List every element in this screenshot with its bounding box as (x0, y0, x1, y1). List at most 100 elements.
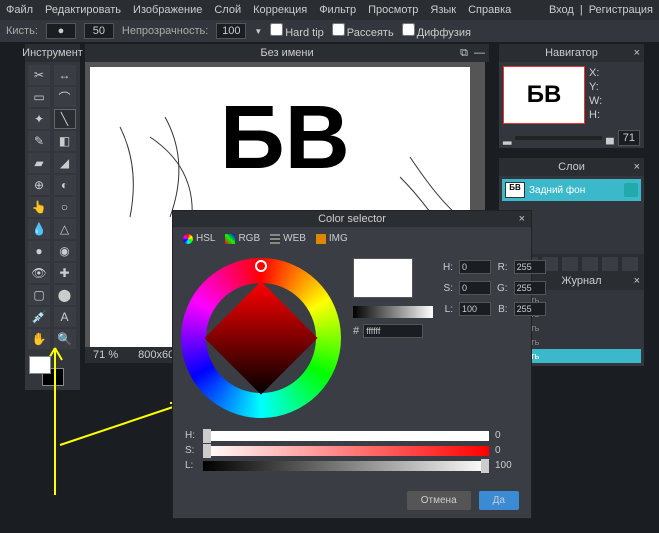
hex-input[interactable]: ffffff (363, 324, 423, 338)
popout-icon[interactable]: ⧉ (460, 47, 468, 60)
journal-title: Журнал (561, 275, 601, 287)
brush-size[interactable]: 50 (84, 23, 114, 39)
down-icon[interactable] (562, 257, 578, 271)
dropdown-icon[interactable]: ▼ (254, 27, 262, 36)
navigator-panel: Навигатор× БВ X: Y: W: H: ▂ ▄ 71 (499, 44, 644, 148)
move-tool[interactable]: ↔ (54, 65, 76, 85)
ok-button[interactable]: Да (479, 491, 519, 510)
options-bar: Кисть: ● 50 Непрозрачность: 100 ▼ Hard t… (0, 20, 659, 42)
tools-panel: Инструмент ✂ ↔ ▭ ⌒ ✦ ╲ ✎ ◧ ▰ ◢ ⊕ ◐ 👆 ○ 💧… (25, 44, 80, 390)
heal-tool[interactable]: ✚ (54, 263, 76, 283)
lasso-tool[interactable]: ⌒ (54, 87, 76, 107)
login-link[interactable]: Вход (549, 4, 574, 16)
opacity-label: Непрозрачность: (122, 25, 208, 37)
wand-tool[interactable]: ✦ (28, 109, 50, 129)
menu-layer[interactable]: Слой (214, 4, 241, 16)
hue-marker[interactable] (255, 260, 267, 272)
register-link[interactable]: Регистрация (589, 4, 653, 16)
nav-title: Навигатор (545, 47, 598, 59)
marquee-tool[interactable]: ▭ (28, 87, 50, 107)
nav-thumbnail[interactable]: БВ (503, 66, 585, 124)
sponge-tool[interactable]: ○ (54, 197, 76, 217)
l-input[interactable]: 100 (459, 302, 491, 316)
zoom-value: 71 (93, 349, 105, 361)
menu-lang[interactable]: Язык (430, 4, 456, 16)
close-icon[interactable]: × (519, 211, 525, 227)
menu-help[interactable]: Справка (468, 4, 511, 16)
dodge-tool[interactable]: ● (28, 241, 50, 261)
type-tool[interactable]: A (54, 307, 76, 327)
zoom-slider[interactable] (515, 136, 601, 140)
nav-zoom[interactable]: 71 (618, 130, 640, 146)
diffuse-check[interactable]: Диффузия (402, 23, 471, 39)
burn-tool[interactable]: ◉ (54, 241, 76, 261)
close-icon[interactable]: × (634, 275, 640, 287)
lock-icon[interactable] (624, 183, 638, 197)
nav-h: H: (589, 108, 602, 122)
layer-row[interactable]: БВ Задний фон (502, 179, 641, 201)
pencil-tool[interactable]: ✎ (28, 131, 50, 151)
tab-img[interactable]: IMG (316, 233, 348, 244)
scatter-check[interactable]: Рассеять (332, 23, 394, 39)
color-wheel[interactable] (181, 258, 341, 418)
document-title: Без имени (260, 47, 313, 59)
cs-title: Color selector (318, 213, 386, 225)
mask-icon[interactable] (602, 257, 618, 271)
brush-tool[interactable]: ╲ (54, 109, 76, 129)
menu-image[interactable]: Изображение (133, 4, 202, 16)
layers-title: Слои (558, 161, 585, 173)
merge-icon[interactable] (582, 257, 598, 271)
minimize-icon[interactable]: — (474, 47, 485, 60)
hardtip-check[interactable]: Hard tip (270, 23, 324, 39)
zoom-out-icon[interactable]: ▂ (503, 132, 511, 145)
brush-label: Кисть: (6, 25, 38, 37)
tab-rgb[interactable]: RGB (225, 233, 260, 244)
zoom-in-icon[interactable]: ▄ (606, 132, 614, 144)
s-input[interactable]: 0 (459, 281, 491, 295)
menu-filter[interactable]: Фильтр (319, 4, 356, 16)
color-selector-dialog: Color selector× HSL RGB WEB IMG H:0 R:25… (172, 210, 532, 519)
foreground-swatch[interactable] (29, 356, 51, 374)
replace-tool[interactable]: ◐ (54, 175, 76, 195)
canvas-text: БВ (220, 87, 350, 190)
eyedrop-tool[interactable]: 💉 (28, 307, 50, 327)
tools-title: Инструмент (22, 47, 83, 59)
menu-bar: Файл Редактировать Изображение Слой Корр… (0, 0, 659, 20)
layer-thumb: БВ (505, 182, 525, 198)
opacity-value[interactable]: 100 (216, 23, 246, 39)
document-tab: Без имени ⧉ — (85, 44, 489, 62)
l-slider[interactable] (203, 461, 489, 471)
menu-view[interactable]: Просмотр (368, 4, 418, 16)
clone-tool[interactable]: ⊕ (28, 175, 50, 195)
s-slider[interactable] (203, 446, 489, 456)
menu-adjust[interactable]: Коррекция (253, 4, 307, 16)
menu-file[interactable]: Файл (6, 4, 33, 16)
eraser-tool[interactable]: ◧ (54, 131, 76, 151)
nav-x: X: (589, 66, 602, 80)
nav-y: Y: (589, 80, 602, 94)
sharpen-tool[interactable]: △ (54, 219, 76, 239)
shape-tool[interactable]: ▢ (28, 285, 50, 305)
blur-tool[interactable]: 💧 (28, 219, 50, 239)
close-icon[interactable]: × (634, 161, 640, 173)
crop-tool[interactable]: ✂ (28, 65, 50, 85)
menu-edit[interactable]: Редактировать (45, 4, 121, 16)
redeye-tool[interactable]: 👁 (28, 263, 50, 283)
bucket-tool[interactable]: ▰ (28, 153, 50, 173)
tab-hsl[interactable]: HSL (183, 233, 215, 244)
h-slider[interactable] (203, 431, 489, 441)
tab-web[interactable]: WEB (270, 233, 306, 244)
smudge-tool[interactable]: 👆 (28, 197, 50, 217)
misc-tool[interactable]: ⬤ (54, 285, 76, 305)
g-input[interactable]: 255 (514, 281, 546, 295)
gradient-bar (353, 306, 433, 318)
trash-icon[interactable] (622, 257, 638, 271)
layer-name: Задний фон (529, 185, 620, 196)
brush-preview[interactable]: ● (46, 23, 76, 39)
gradient-tool[interactable]: ◢ (54, 153, 76, 173)
b-input[interactable]: 255 (514, 302, 546, 316)
r-input[interactable]: 255 (514, 260, 546, 274)
cancel-button[interactable]: Отмена (407, 491, 471, 510)
h-input[interactable]: 0 (459, 260, 491, 274)
close-icon[interactable]: × (634, 47, 640, 59)
